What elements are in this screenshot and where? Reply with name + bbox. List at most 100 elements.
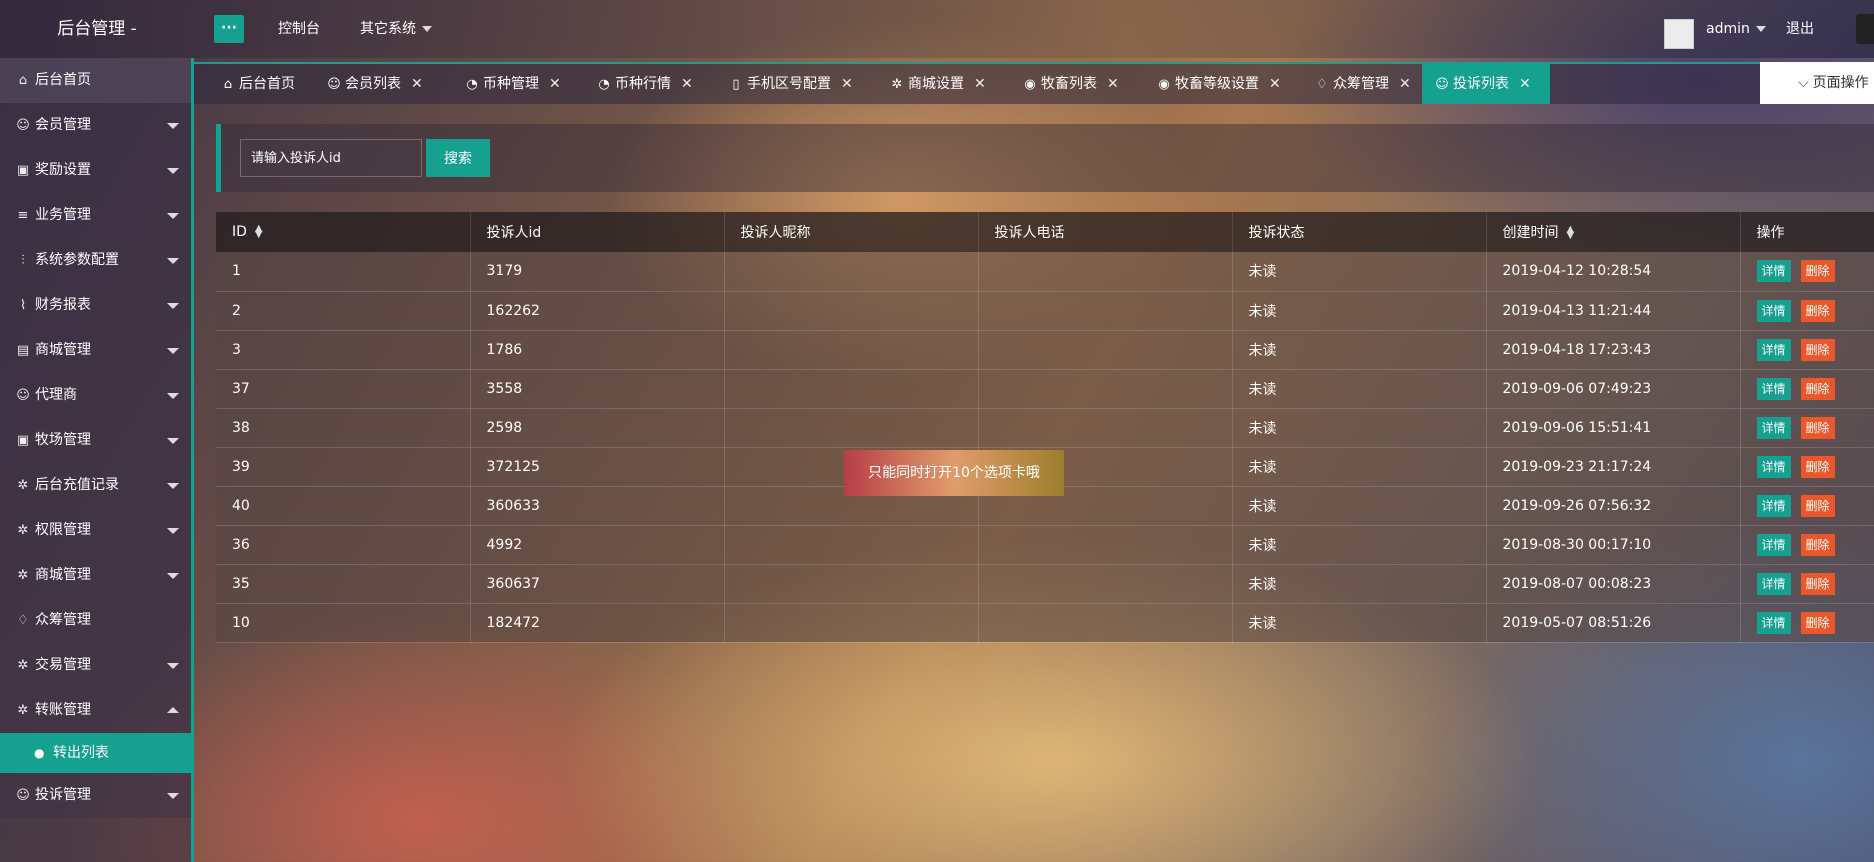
sort-icon[interactable]: ▲ ▼	[255, 224, 263, 240]
delete-button[interactable]: 删除	[1800, 299, 1835, 322]
user-menu[interactable]: admin	[1706, 0, 1766, 58]
column-header-id[interactable]: ID ▲ ▼	[216, 212, 471, 252]
sidebar-item[interactable]: ⫶ 系统参数配置	[0, 238, 191, 283]
sidebar-item[interactable]: ☺ 会员管理	[0, 103, 191, 148]
sidebar-item[interactable]: ♢ 众筹管理	[0, 598, 191, 643]
tab[interactable]: ▯ 手机区号配置 ✕	[716, 64, 877, 104]
detail-button[interactable]: 详情	[1756, 260, 1791, 283]
cell-nickname	[724, 369, 979, 409]
sidebar-item[interactable]: ☺ 代理商	[0, 373, 191, 418]
page-operations-dropdown[interactable]: ⌵ 页面操作	[1760, 62, 1874, 104]
sidebar-item[interactable]: ✲ 转账管理	[0, 688, 191, 733]
user-icon: ☺	[16, 118, 30, 133]
detail-button[interactable]: 详情	[1756, 377, 1791, 400]
sidebar-item[interactable]: ≡ 业务管理	[0, 193, 191, 238]
close-icon[interactable]: ✕	[549, 64, 561, 104]
sidebar-item-complaints[interactable]: ☺ 投诉管理	[0, 773, 191, 818]
table-row: 37 3558 未读 2019-09-06 07:49:23 详情 删除	[216, 369, 1874, 409]
delete-button[interactable]: 删除	[1800, 338, 1835, 361]
gear-icon: ✲	[17, 523, 29, 538]
delete-button[interactable]: 删除	[1800, 494, 1835, 517]
sidebar-item[interactable]: ✲ 后台充值记录	[0, 463, 191, 508]
avatar[interactable]	[1664, 19, 1694, 49]
close-icon[interactable]: ✕	[1269, 64, 1281, 104]
tab[interactable]: ◉ 牧畜列表 ✕	[1010, 64, 1144, 104]
tab[interactable]: ✲ 商城设置 ✕	[877, 64, 1010, 104]
close-icon[interactable]: ✕	[1519, 64, 1531, 104]
cell-created: 2019-04-18 17:23:43	[1486, 330, 1741, 370]
tab[interactable]: ◔ 币种管理 ✕	[452, 64, 584, 104]
tab[interactable]: ⌂ 后台首页	[208, 64, 314, 104]
sidebar-item-label: 后台充值记录	[35, 477, 119, 493]
search-button[interactable]: 搜索	[426, 139, 490, 177]
cell-actions: 详情 删除	[1740, 447, 1874, 487]
cell-created: 2019-04-13 11:21:44	[1486, 291, 1741, 331]
detail-button[interactable]: 详情	[1756, 494, 1791, 517]
user-name: admin	[1706, 21, 1750, 37]
menu-toggle-button[interactable]: ···	[214, 15, 244, 43]
column-header-created[interactable]: 创建时间 ▲ ▼	[1486, 212, 1741, 252]
detail-button[interactable]: 详情	[1756, 299, 1791, 322]
sidebar-subitem-transfer-out[interactable]: ● 转出列表	[0, 733, 191, 773]
detail-button[interactable]: 详情	[1756, 338, 1791, 361]
close-icon[interactable]: ✕	[841, 64, 853, 104]
nav-console[interactable]: 控制台	[278, 0, 320, 58]
delete-button[interactable]: 删除	[1800, 455, 1835, 478]
close-icon[interactable]: ✕	[1107, 64, 1119, 104]
delete-button[interactable]: 删除	[1800, 533, 1835, 556]
sidebar-item[interactable]: ⌇ 财务报表	[0, 283, 191, 328]
chart-icon: ⌇	[19, 298, 27, 313]
close-icon[interactable]: ✕	[411, 64, 423, 104]
search-panel: 搜索	[216, 124, 1874, 192]
tab[interactable]: ☺ 投诉列表 ✕	[1422, 64, 1550, 104]
chevron-down-icon: ⌵	[1798, 75, 1809, 91]
tab[interactable]: ☺ 会员列表 ✕	[314, 64, 452, 104]
sidebar-item[interactable]: ✲ 交易管理	[0, 643, 191, 688]
close-icon[interactable]: ✕	[1399, 64, 1411, 104]
chevron-down-icon	[167, 528, 179, 534]
detail-button[interactable]: 详情	[1756, 533, 1791, 556]
cell-nickname	[724, 408, 979, 448]
sidebar-item-label: 投诉管理	[35, 787, 91, 803]
detail-button[interactable]: 详情	[1756, 455, 1791, 478]
cell-id: 39	[216, 447, 471, 487]
close-icon[interactable]: ✕	[974, 64, 986, 104]
detail-button[interactable]: 详情	[1756, 572, 1791, 595]
tab[interactable]: ◉ 牧畜等级设置 ✕	[1144, 64, 1302, 104]
smile-icon: ☺	[16, 788, 30, 803]
sidebar-item[interactable]: ⌂ 后台首页	[0, 58, 191, 103]
gear-icon: ✲	[17, 568, 29, 583]
chevron-down-icon	[422, 26, 432, 32]
column-header-created-label: 创建时间	[1502, 225, 1559, 241]
cell-uid: 182472	[470, 603, 725, 643]
logout-link[interactable]: 退出	[1786, 0, 1814, 58]
delete-button[interactable]: 删除	[1800, 572, 1835, 595]
tab[interactable]: ◔ 币种行情 ✕	[584, 64, 716, 104]
delete-button[interactable]: 删除	[1800, 416, 1835, 439]
cell-id: 10	[216, 603, 471, 643]
cell-id: 40	[216, 486, 471, 526]
sort-icon[interactable]: ▲ ▼	[1567, 225, 1575, 241]
nav-other-systems[interactable]: 其它系统	[360, 0, 432, 58]
user-icon: ☺	[16, 388, 30, 403]
cell-actions: 详情 删除	[1740, 252, 1874, 292]
coin-icon: ◔	[598, 77, 610, 92]
detail-button[interactable]: 详情	[1756, 611, 1791, 634]
lock-icon[interactable]	[1856, 14, 1874, 44]
delete-button[interactable]: 删除	[1800, 377, 1835, 400]
sidebar-item[interactable]: ✲ 商城管理	[0, 553, 191, 598]
detail-button[interactable]: 详情	[1756, 416, 1791, 439]
cell-status: 未读	[1232, 525, 1487, 565]
close-icon[interactable]: ✕	[681, 64, 693, 104]
cell-uid: 162262	[470, 291, 725, 331]
sidebar-item[interactable]: ▤ 商城管理	[0, 328, 191, 373]
sidebar-item[interactable]: ▣ 奖励设置	[0, 148, 191, 193]
delete-button[interactable]: 删除	[1800, 611, 1835, 634]
sidebar-item[interactable]: ▣ 牧场管理	[0, 418, 191, 463]
cell-status: 未读	[1232, 408, 1487, 448]
complainant-id-input[interactable]	[240, 139, 422, 177]
column-header-actions: 操作	[1740, 212, 1874, 252]
sidebar-item[interactable]: ✲ 权限管理	[0, 508, 191, 553]
delete-button[interactable]: 删除	[1800, 260, 1835, 283]
tab[interactable]: ♢ 众筹管理 ✕	[1302, 64, 1422, 104]
